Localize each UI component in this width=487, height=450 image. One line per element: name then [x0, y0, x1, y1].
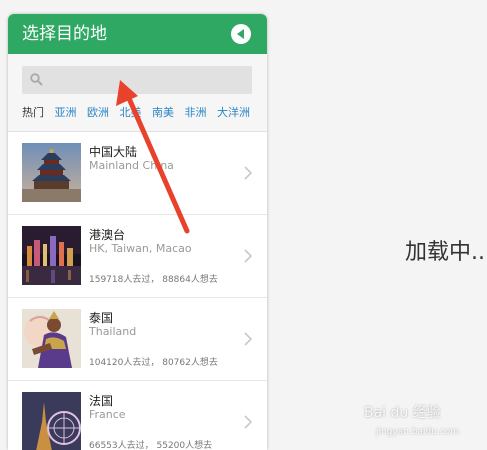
search-input[interactable] [50, 70, 249, 92]
search-box[interactable] [22, 66, 252, 94]
tab-africa[interactable]: 非洲 [185, 106, 207, 120]
panel-title: 选择目的地 [22, 24, 107, 44]
back-arrow-icon [237, 29, 244, 39]
destination-name-cn: 泰国 [89, 311, 114, 325]
destination-name-cn: 法国 [89, 394, 114, 408]
tab-europe[interactable]: 欧洲 [87, 106, 109, 120]
back-button[interactable] [231, 24, 251, 44]
chevron-right-icon [244, 332, 252, 346]
list-item[interactable]: 港澳台 HK, Taiwan, Macao 159718人去过， 88864人想… [8, 215, 267, 298]
watermark-brand: Bai du 经验 [364, 405, 441, 421]
destination-stats: 66553人去过， 55200人想去 [89, 441, 213, 450]
panel-header: 选择目的地 [8, 14, 267, 54]
destination-name-en: Mainland China [89, 159, 174, 172]
destination-thumbnail [22, 226, 81, 285]
destination-panel: 选择目的地 热门 亚洲 欧洲 北美 南美 非洲 大洋洲 中国大陆 Mainlan… [8, 14, 267, 450]
list-item[interactable]: 中国大陆 Mainland China [8, 132, 267, 215]
loading-text: 加载中.. [405, 240, 485, 265]
tab-north-america[interactable]: 北美 [120, 106, 142, 120]
chevron-right-icon [244, 415, 252, 429]
destination-stats: 159718人去过， 88864人想去 [89, 275, 218, 285]
chevron-right-icon [244, 166, 252, 180]
tab-hot[interactable]: 热门 [22, 106, 44, 120]
list-item[interactable]: 泰国 Thailand 104120人去过， 80762人想去 [8, 298, 267, 381]
search-area: 热门 亚洲 欧洲 北美 南美 非洲 大洋洲 [8, 54, 267, 132]
destination-stats: 104120人去过， 80762人想去 [89, 358, 218, 368]
tab-oceania[interactable]: 大洋洲 [217, 106, 250, 120]
chevron-right-icon [244, 249, 252, 263]
watermark: Bai du 经验 jingyan.baidu.com [364, 402, 474, 442]
watermark-url: jingyan.baidu.com [376, 427, 460, 437]
destination-thumbnail [22, 392, 81, 450]
destination-name-en: France [89, 408, 126, 421]
tab-asia[interactable]: 亚洲 [55, 106, 77, 120]
destination-name-en: Thailand [89, 325, 137, 338]
search-icon [30, 73, 43, 86]
destination-name-en: HK, Taiwan, Macao [89, 242, 192, 255]
destination-name-cn: 中国大陆 [89, 145, 138, 159]
destination-thumbnail [22, 143, 81, 202]
list-item[interactable]: 法国 France 66553人去过， 55200人想去 [8, 381, 267, 450]
tab-south-america[interactable]: 南美 [152, 106, 174, 120]
destination-name-cn: 港澳台 [89, 228, 126, 242]
destination-thumbnail [22, 309, 81, 368]
destination-list: 中国大陆 Mainland China 港澳台 HK, Taiwan, Maca… [8, 132, 267, 450]
region-tabs: 热门 亚洲 欧洲 北美 南美 非洲 大洋洲 [22, 106, 257, 120]
